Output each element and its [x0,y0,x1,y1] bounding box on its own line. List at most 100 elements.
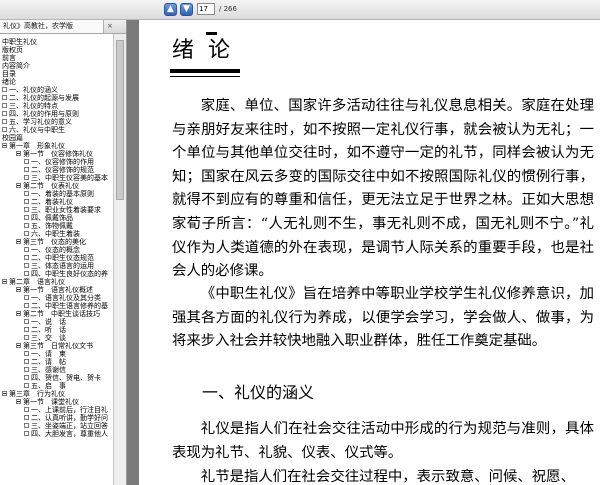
bookmarks-tab[interactable]: 礼仪》高教社，农学版 × [0,20,126,34]
bookmark-item[interactable]: 中职生礼仪 [0,38,113,46]
scrollbar-thumb[interactable] [116,40,124,200]
bookmark-label: 第三章 行为礼仪 [9,390,65,398]
bookmark-item[interactable]: 第一章 形象礼仪 [0,142,113,150]
bookmark-item[interactable]: 二、着装礼仪 [0,198,113,206]
bookmark-item[interactable]: 五、启 事 [0,382,113,390]
collapse-toggle-icon[interactable] [16,239,21,244]
bookmark-item[interactable]: 前言 [0,54,113,62]
body-paragraph: 礼仪是指人们在社会交往活动中形成的行为规范与准则，具体表现为礼节、礼貌、仪表、仪… [172,421,594,461]
bookmark-label: 二、着装礼仪 [31,198,73,206]
bookmark-label: 第一节 语言礼仪概述 [23,286,93,294]
bookmark-item[interactable]: 四、大胆发言，尊重他人 [0,430,113,438]
collapse-toggle-icon[interactable] [16,343,21,348]
bookmark-item[interactable]: 三、礼仪的特点 [0,102,113,110]
page-number-input[interactable] [197,3,215,15]
bookmark-label: 第一节 课堂礼仪 [23,398,79,406]
bookmark-label: 三、交 谈 [31,334,66,342]
bookmark-item[interactable]: 第一节 仪容修饰礼仪 [0,150,113,158]
bookmark-node-icon [24,295,29,300]
bookmark-item[interactable]: 二、礼仪的起源与发展 [0,94,113,102]
bookmark-node-icon [24,327,29,332]
bookmark-node-icon [24,303,29,308]
document-page: 绪论 家庭、单位、国家许多活动往往与礼仪息息相关。家庭在处理与亲朋好友来往时，如… [127,20,600,485]
bookmark-node-icon [24,351,29,356]
bookmark-item[interactable]: 四、中职生良好仪态的养 [0,270,113,278]
collapse-toggle-icon[interactable] [16,183,21,188]
bookmark-node-icon [24,215,29,220]
bookmark-item[interactable]: 六、中职生着装 [0,230,113,238]
bookmark-item[interactable]: 第三章 行为礼仪 [0,390,113,398]
bookmark-label: 第二节 中职生谈话技巧 [23,310,100,318]
body-paragraph: 《中职生礼仪》旨在培养中等职业学校学生礼仪修养意识，加强其各方面的礼仪行为养成，… [172,286,594,350]
bookmark-item[interactable]: 第二章 语言礼仪 [0,278,113,286]
title-accent-mark [206,32,217,35]
title-underline-thin [170,76,240,77]
collapse-toggle-icon[interactable] [2,279,7,284]
bookmark-item[interactable]: 三、坐姿端正，站立回答 [0,422,113,430]
collapse-toggle-icon[interactable] [16,151,21,156]
next-page-button[interactable]: ▼ [180,3,193,16]
bookmark-node-icon [24,423,29,428]
bookmark-node-icon [24,199,29,204]
bookmark-item[interactable]: 第三节 日常礼仪文书 [0,342,113,350]
bookmark-item[interactable]: 第二节 仪表礼仪 [0,182,113,190]
bookmark-item[interactable]: 四、礼仪的作用与原则 [0,110,113,118]
bookmark-item[interactable]: 二、中职生仪态规范 [0,254,113,262]
bookmark-item[interactable]: 一、仪态的概念 [0,246,113,254]
collapse-toggle-icon[interactable] [2,391,7,396]
bookmark-item[interactable]: 五、饰物佩戴 [0,222,113,230]
bookmark-item[interactable]: 二、请 帖 [0,358,113,366]
collapse-toggle-icon[interactable] [16,311,21,316]
bookmark-item[interactable]: 三、中职生仪容美的基本 [0,174,113,182]
chapter-title: 绪论 [172,38,245,63]
previous-page-button[interactable]: ▲ [164,3,177,16]
bookmark-item[interactable]: 三、体态语言的运用 [0,262,113,270]
bookmark-item[interactable]: 一、请 柬 [0,350,113,358]
bookmark-item[interactable]: 二、仪容修饰的规范 [0,166,113,174]
bookmark-item[interactable]: 目录 [0,70,113,78]
toolbar: ▲ ▼ / 266 [0,0,600,20]
bookmark-item[interactable]: 一、仪容修饰的作用 [0,158,113,166]
bookmark-node-icon [2,119,7,124]
collapse-toggle-icon[interactable] [2,143,7,148]
bookmark-node-icon [2,111,7,116]
bookmark-item[interactable]: 二、听 话 [0,326,113,334]
bookmark-item[interactable]: 五、学习礼仪的意义 [0,118,113,126]
bookmark-item[interactable]: 第二节 中职生谈话技巧 [0,310,113,318]
bookmark-scrollbar[interactable] [113,34,126,485]
collapse-toggle-icon[interactable] [16,287,21,292]
bookmark-label: 二、听 话 [31,326,66,334]
bookmark-label: 一、语言礼仪及其分类 [31,294,101,302]
bookmark-item[interactable]: 二、认真听讲，勤学好问 [0,414,113,422]
bookmark-item[interactable]: 三、交 谈 [0,334,113,342]
bookmark-label: 六、礼仪与中职生 [9,126,65,134]
bookmark-item[interactable]: 一、上课前后，行注目礼 [0,406,113,414]
bookmark-item[interactable]: 二、中职生语言修养的基 [0,302,113,310]
collapse-toggle-icon[interactable] [16,399,21,404]
bookmark-item[interactable]: 绪论 [0,78,113,86]
bookmark-item[interactable]: 一、语言礼仪及其分类 [0,294,113,302]
bookmark-item[interactable]: 第三节 仪态的美化 [0,238,113,246]
bookmark-item[interactable]: 一、礼仪的涵义 [0,86,113,94]
bookmark-item[interactable]: 四、贺信、贺电、贺卡 [0,374,113,382]
bookmark-item[interactable]: 一、说 话 [0,318,113,326]
bookmark-item[interactable]: 一、着装的基本原则 [0,190,113,198]
bookmark-item[interactable]: 第一节 语言礼仪概述 [0,286,113,294]
bookmark-node-icon [24,319,29,324]
bookmark-item[interactable]: 三、感谢信 [0,366,113,374]
bookmark-item[interactable]: 校园篇 [0,134,113,142]
bookmark-label: 一、仪态的概念 [31,246,80,254]
bookmark-label: 中职生礼仪 [2,38,37,46]
page-total-label: / 266 [219,5,237,13]
bookmark-node-icon [2,87,7,92]
bookmark-item[interactable]: 内容简介 [0,62,113,70]
bookmark-item[interactable]: 四、佩戴饰品 [0,214,113,222]
close-icon[interactable]: × [107,20,113,33]
bookmark-label: 一、请 柬 [31,350,66,358]
bookmark-item[interactable]: 三、职业女性着装要求 [0,206,113,214]
bookmark-label: 校园篇 [2,134,23,142]
body-paragraph: 家庭、单位、国家许多活动往往与礼仪息息相关。家庭在处理与亲朋好友来往时，如不按照… [172,98,594,280]
bookmark-item[interactable]: 六、礼仪与中职生 [0,126,113,134]
bookmark-item[interactable]: 第一节 课堂礼仪 [0,398,113,406]
bookmark-item[interactable]: 版权页 [0,46,113,54]
